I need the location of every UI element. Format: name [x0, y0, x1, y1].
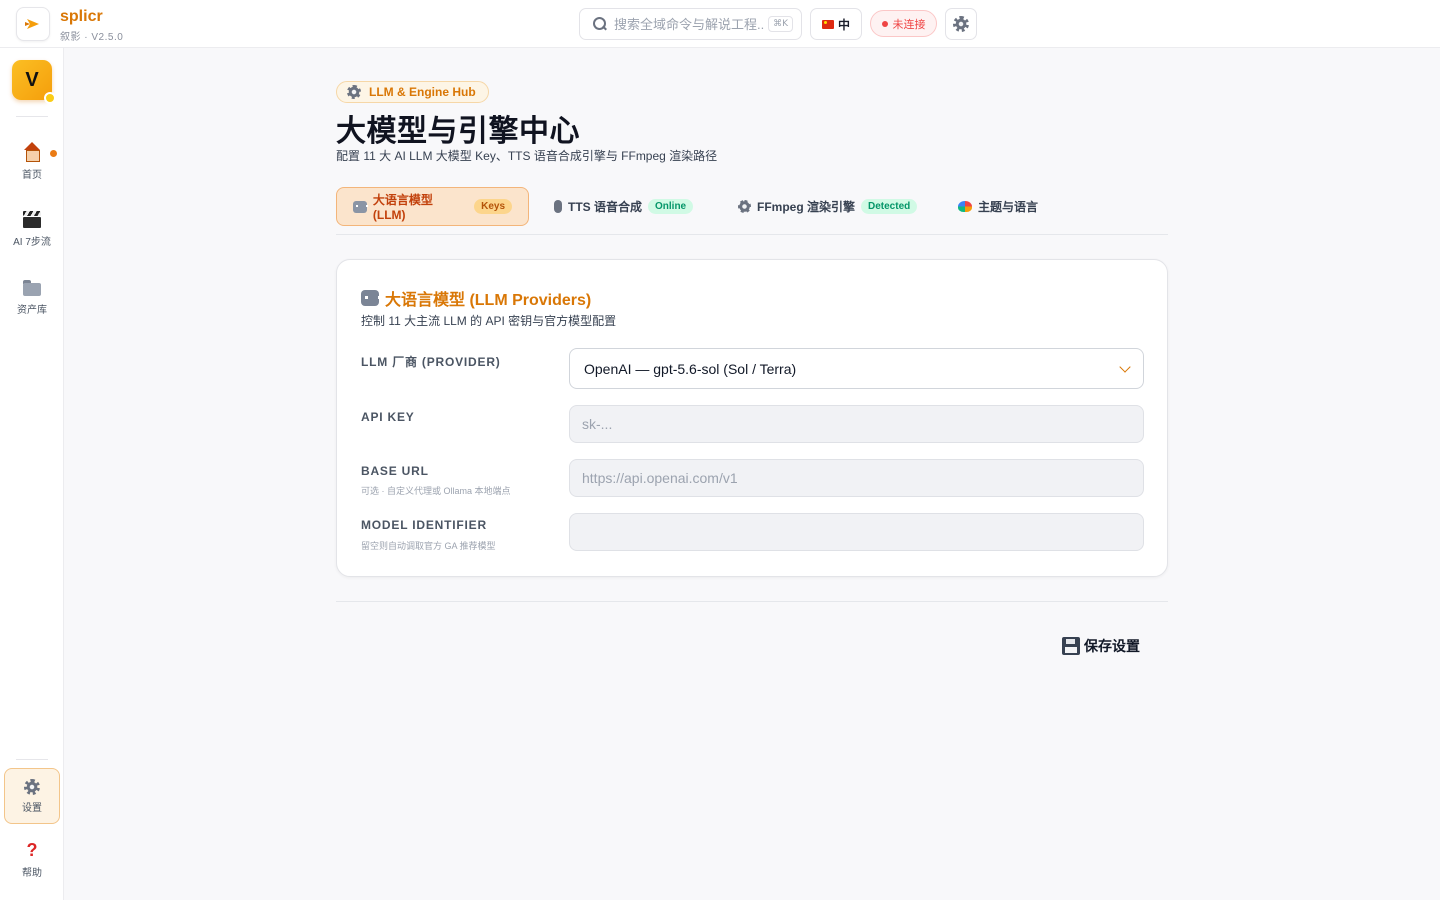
- model-id-hint: 留空则自动调取官方 GA 推荐模型: [361, 541, 496, 551]
- logo-icon: [25, 19, 39, 29]
- card-description: 控制 11 大主流 LLM 的 API 密钥与官方模型配置: [361, 314, 617, 328]
- gear-icon: [738, 200, 751, 213]
- clapper-icon: [22, 210, 42, 229]
- tab-llm[interactable]: 大语言模型 (LLM) Keys: [336, 187, 529, 226]
- model-id-label: MODEL IDENTIFIER: [361, 518, 487, 532]
- chevron-down-icon: [1119, 360, 1131, 373]
- sidebar-item-label: 帮助: [22, 867, 42, 879]
- tab-badge: Keys: [474, 199, 512, 214]
- notification-dot: [50, 150, 57, 157]
- house-icon: [22, 141, 42, 162]
- hub-chip: LLM & Engine Hub: [336, 81, 489, 103]
- base-url-label: BASE URL: [361, 464, 429, 478]
- floppy-disk-icon: [1062, 637, 1080, 655]
- china-flag-icon: [821, 19, 834, 29]
- top-bar: splicr 叙影 · V2.5.0 ⌘K 中 未连接: [0, 0, 1440, 48]
- language-label: 中: [837, 17, 850, 32]
- save-button-label: 保存设置: [1084, 638, 1140, 654]
- sidebar-item-assets[interactable]: 资产库: [4, 269, 60, 325]
- shortcut-hint: ⌘K: [768, 16, 793, 32]
- app-logo[interactable]: [16, 7, 50, 41]
- api-key-label: API KEY: [361, 410, 415, 424]
- llm-settings-card: 大语言模型 (LLM Providers) 控制 11 大主流 LLM 的 AP…: [336, 259, 1168, 577]
- tab-theme-language[interactable]: 主题与语言: [942, 187, 1054, 226]
- sidebar-item-home[interactable]: 首页: [4, 133, 60, 189]
- sidebar-item-label: AI 7步流: [13, 236, 51, 248]
- sidebar-item-label: 首页: [22, 169, 42, 181]
- search-input[interactable]: [614, 16, 764, 32]
- card-title: 大语言模型 (LLM Providers): [361, 286, 591, 310]
- tab-badge: Online: [648, 199, 694, 214]
- page-description: 配置 11 大 AI LLM 大模型 Key、TTS 语音合成引擎与 FFmpe…: [336, 149, 718, 163]
- sidebar: V 首页 AI 7步流 资产库 设置 ? 帮助: [0, 48, 64, 900]
- footer-divider: [336, 601, 1168, 602]
- sidebar-divider: [16, 116, 48, 117]
- app-name: splicr: [60, 8, 103, 25]
- connection-status-badge[interactable]: 未连接: [870, 10, 937, 37]
- palette-icon: [958, 201, 972, 212]
- language-button[interactable]: 中: [810, 8, 862, 40]
- connection-status-label: 未连接: [892, 18, 926, 31]
- settings-button[interactable]: [945, 8, 977, 40]
- gear-icon: [24, 778, 40, 795]
- folder-icon: [22, 279, 42, 297]
- base-url-input[interactable]: [569, 459, 1144, 497]
- tab-tts[interactable]: TTS 语音合成 Online: [538, 187, 709, 226]
- tab-ffmpeg[interactable]: FFmpeg 渲染引擎 Detected: [722, 187, 933, 226]
- base-url-hint: 可选 · 自定义代理或 Ollama 本地端点: [361, 486, 511, 496]
- tab-label: 大语言模型 (LLM): [372, 193, 433, 222]
- global-search[interactable]: ⌘K: [579, 8, 802, 40]
- settings-tabs: 大语言模型 (LLM) Keys TTS 语音合成 Online FFmpeg …: [336, 187, 1168, 235]
- sidebar-item-settings[interactable]: 设置: [4, 768, 60, 824]
- robot-icon: [361, 290, 381, 306]
- tab-badge: Detected: [861, 199, 918, 214]
- tab-label: FFmpeg 渲染引擎: [757, 200, 855, 214]
- provider-selected-value: OpenAI — gpt-5.6-sol (Sol / Terra): [584, 360, 797, 377]
- tab-label: TTS 语音合成: [568, 200, 642, 214]
- save-button[interactable]: 保存设置: [1062, 635, 1140, 657]
- status-dot-icon: [881, 20, 888, 27]
- search-icon: [592, 16, 608, 32]
- microphone-icon: [554, 200, 562, 213]
- page-title: 大模型与引擎中心: [336, 115, 580, 148]
- sidebar-divider: [16, 759, 48, 760]
- sidebar-item-label: 资产库: [17, 304, 47, 316]
- card-title-label: 大语言模型 (LLM Providers): [385, 292, 592, 309]
- hub-chip-label: LLM & Engine Hub: [369, 85, 476, 99]
- robot-icon: [353, 200, 368, 213]
- gear-icon: [347, 85, 361, 99]
- avatar-status-dot: [44, 92, 56, 104]
- app-version: 叙影 · V2.5.0: [60, 32, 124, 43]
- sidebar-item-help[interactable]: ? 帮助: [4, 831, 60, 887]
- question-icon: ?: [26, 839, 38, 860]
- provider-label: LLM 厂商 (PROVIDER): [361, 355, 501, 369]
- tab-label: 主题与语言: [978, 200, 1039, 214]
- api-key-input[interactable]: [569, 405, 1144, 443]
- gear-icon: [953, 16, 969, 32]
- sidebar-item-ai-workflow[interactable]: AI 7步流: [4, 201, 60, 257]
- sidebar-item-label: 设置: [22, 802, 42, 814]
- provider-select[interactable]: OpenAI — gpt-5.6-sol (Sol / Terra): [569, 348, 1144, 389]
- model-id-input[interactable]: [569, 513, 1144, 551]
